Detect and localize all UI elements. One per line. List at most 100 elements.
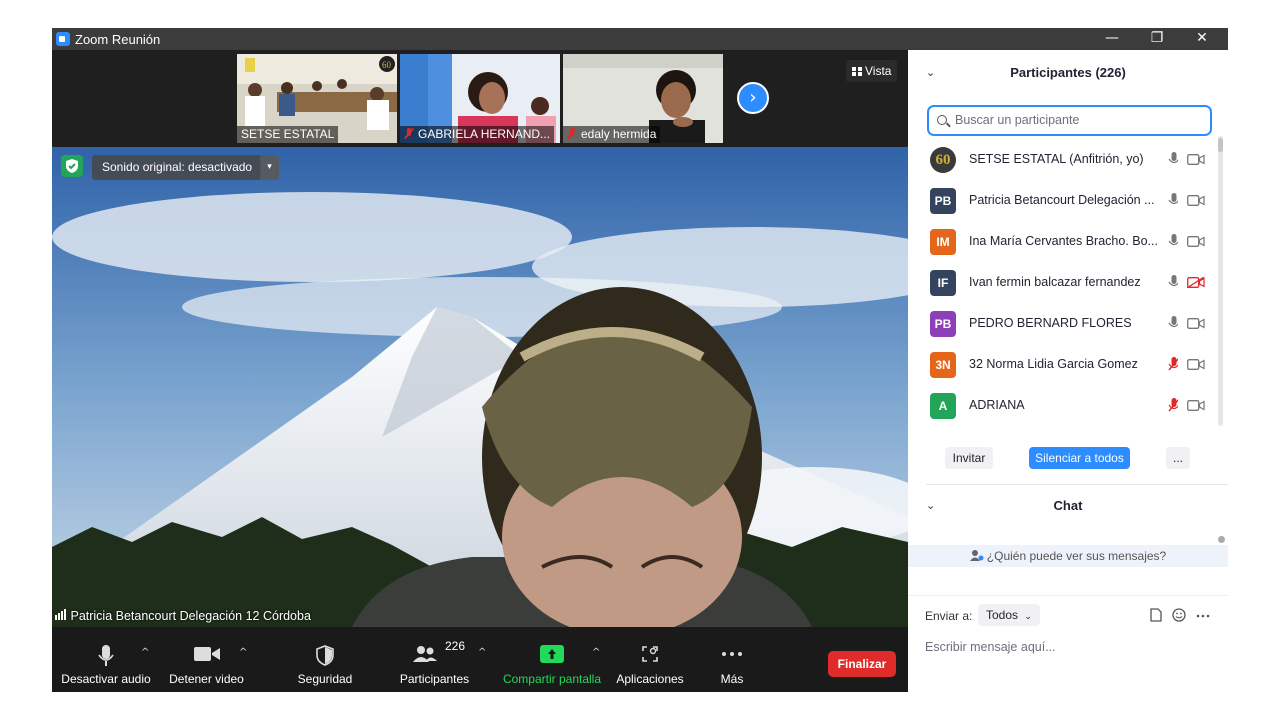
participants-icon — [412, 646, 437, 662]
camera-icon[interactable] — [1187, 195, 1205, 206]
microphone-icon[interactable] — [1168, 152, 1178, 166]
participants-header: ⌄ Participantes (226) — [908, 60, 1228, 86]
meeting-stage: 60 SETSE ESTATAL GABRIELA HERNAND... eda… — [52, 50, 908, 692]
participant-search-input[interactable]: Buscar un participante — [927, 105, 1212, 136]
avatar: 60 — [930, 147, 956, 173]
mute-audio-button[interactable]: Desactivar audio — [60, 627, 152, 692]
participant-name: 32 Norma Lidia Garcia Gomez — [969, 357, 1138, 371]
thumbnail-strip: 60 SETSE ESTATAL GABRIELA HERNAND... eda… — [52, 50, 908, 146]
participant-name: Ivan fermin balcazar fernandez — [969, 275, 1141, 289]
invite-button[interactable]: Invitar — [945, 447, 993, 469]
divider — [926, 484, 1228, 485]
video-options-caret[interactable]: ^ — [239, 647, 247, 658]
close-button[interactable]: ✕ — [1182, 28, 1222, 50]
chevron-down-icon: ⌄ — [1024, 612, 1032, 622]
shield-icon — [316, 645, 334, 666]
muted-mic-icon[interactable] — [1168, 398, 1178, 412]
avatar: PB — [930, 311, 956, 337]
who-can-see-messages[interactable]: ¿Quién puede ver sus mensajes? — [908, 545, 1228, 567]
signal-strength-icon — [55, 609, 67, 623]
title-bar: Zoom Reunión — ❐ ✕ — [52, 28, 1228, 50]
participant-name: Ina María Cervantes Bracho. Bo... — [969, 234, 1158, 248]
meeting-toolbar: Desactivar audio ^ Detener video ^ Segur… — [52, 627, 908, 692]
participant-row[interactable]: A ADRIANA — [908, 385, 1218, 426]
share-screen-button[interactable]: Compartir pantalla — [502, 627, 602, 692]
thumbnail-name: edaly hermida — [563, 126, 661, 143]
zoom-window: Zoom Reunión — ❐ ✕ 60 SETSE ESTATAL GABR… — [52, 28, 1228, 692]
camera-icon[interactable] — [1187, 318, 1205, 329]
divider — [908, 595, 1228, 596]
chat-message-input[interactable]: Escribir mensaje aquí... — [925, 635, 1215, 659]
emoji-icon[interactable] — [1172, 608, 1186, 622]
chat-title: Chat — [1053, 498, 1083, 513]
avatar: PB — [930, 188, 956, 214]
share-options-caret[interactable]: ^ — [592, 647, 600, 658]
svg-text:60: 60 — [382, 60, 392, 70]
microphone-icon[interactable] — [1168, 193, 1178, 207]
person-eye-icon — [969, 550, 984, 561]
more-button[interactable]: Más — [707, 627, 757, 692]
microphone-icon[interactable] — [1168, 275, 1178, 289]
security-button[interactable]: Seguridad — [289, 627, 361, 692]
participant-name: Patricia Betancourt Delegación ... — [969, 193, 1155, 207]
view-button[interactable]: Vista — [846, 60, 898, 82]
thumbnail-name: GABRIELA HERNAND... — [400, 126, 555, 143]
speaker-video-frame — [52, 147, 908, 627]
collapse-participants-chevron-icon[interactable]: ⌄ — [926, 60, 935, 86]
security-shield-icon[interactable] — [61, 155, 83, 177]
participant-row[interactable]: 60 SETSE ESTATAL (Anfitrión, yo) — [908, 139, 1218, 180]
camera-icon[interactable] — [1187, 359, 1205, 370]
original-sound-toggle[interactable]: Sonido original: desactivado — [92, 155, 263, 180]
participant-name: SETSE ESTATAL (Anfitrión, yo) — [969, 152, 1144, 166]
camera-icon[interactable] — [1187, 400, 1205, 411]
camera-icon — [193, 647, 220, 661]
muted-mic-icon — [567, 128, 577, 139]
participant-row[interactable]: PB PEDRO BERNARD FLORES — [908, 303, 1218, 344]
participant-row[interactable]: IF Ivan fermin balcazar fernandez — [908, 262, 1218, 303]
video-thumbnail[interactable]: 60 SETSE ESTATAL — [237, 54, 397, 143]
camera-icon[interactable] — [1187, 154, 1205, 165]
stop-video-button[interactable]: Detener video — [164, 627, 249, 692]
more-options-button[interactable]: ... — [1166, 447, 1190, 469]
participants-scrollbar[interactable] — [1218, 136, 1223, 426]
microphone-icon — [98, 645, 114, 666]
chat-scroll-indicator[interactable] — [1218, 536, 1225, 543]
grid-view-icon — [852, 67, 862, 76]
avatar: 3N — [930, 352, 956, 378]
camera-off-icon[interactable] — [1187, 277, 1205, 288]
avatar: IF — [930, 270, 956, 296]
participant-row[interactable]: IM Ina María Cervantes Bracho. Bo... — [908, 221, 1218, 262]
muted-mic-icon — [404, 128, 414, 139]
apps-button[interactable]: Aplicaciones — [614, 627, 686, 692]
share-screen-icon — [540, 645, 564, 663]
end-meeting-button[interactable]: Finalizar — [828, 651, 896, 677]
next-page-button[interactable]: › — [737, 82, 769, 114]
participant-name: ADRIANA — [969, 398, 1025, 412]
zoom-logo-icon — [56, 32, 70, 46]
audio-options-caret[interactable]: ^ — [141, 647, 149, 658]
muted-mic-icon[interactable] — [1168, 357, 1178, 371]
participant-row[interactable]: PB Patricia Betancourt Delegación ... — [908, 180, 1218, 221]
apps-icon — [642, 646, 658, 662]
mute-all-button[interactable]: Silenciar a todos — [1029, 447, 1130, 469]
more-chat-options-icon[interactable] — [1196, 614, 1210, 618]
restore-button[interactable]: ❐ — [1137, 28, 1177, 50]
file-icon[interactable] — [1150, 608, 1162, 622]
speaker-name-label: Patricia Betancourt Delegación 12 Córdob… — [55, 609, 311, 623]
send-to-dropdown[interactable]: Todos ⌄ — [978, 604, 1040, 626]
camera-icon[interactable] — [1187, 236, 1205, 247]
participants-options-caret[interactable]: ^ — [478, 647, 486, 658]
thumbnail-name: SETSE ESTATAL — [237, 126, 339, 143]
participants-button[interactable]: 226 Participantes — [392, 627, 477, 692]
participant-row[interactable]: 3N 32 Norma Lidia Garcia Gomez — [908, 344, 1218, 385]
video-thumbnail[interactable]: GABRIELA HERNAND... — [400, 54, 560, 143]
original-sound-dropdown[interactable]: ▾ — [260, 155, 279, 180]
chat-header: ⌄ Chat — [908, 493, 1228, 519]
microphone-icon[interactable] — [1168, 316, 1178, 330]
minimize-button[interactable]: — — [1092, 28, 1132, 50]
microphone-icon[interactable] — [1168, 234, 1178, 248]
video-thumbnail[interactable]: edaly hermida — [563, 54, 723, 143]
send-to-label: Enviar a: — [925, 609, 973, 623]
collapse-chat-chevron-icon[interactable]: ⌄ — [926, 493, 935, 519]
participant-name: PEDRO BERNARD FLORES — [969, 316, 1132, 330]
